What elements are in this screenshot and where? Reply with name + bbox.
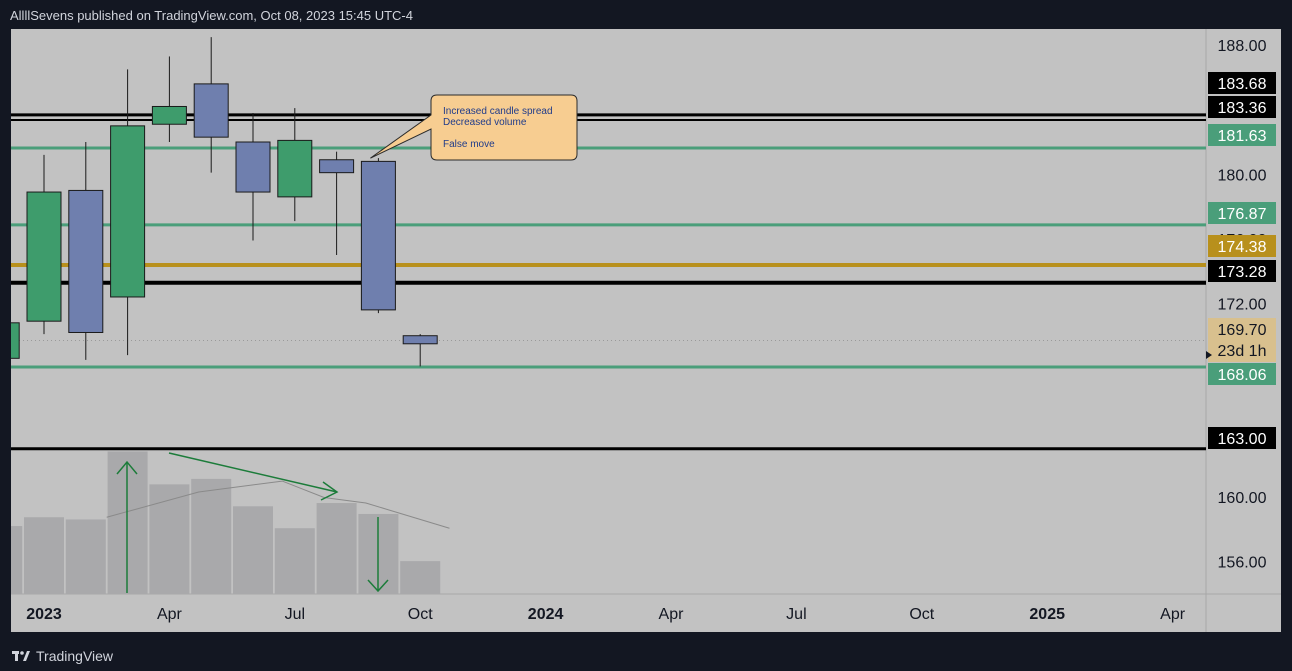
tradingview-footer[interactable]: TradingView (0, 640, 1292, 671)
price-tick-label: 160.00 (1218, 490, 1267, 507)
price-tick-label: 172.00 (1218, 296, 1267, 313)
volume-bar (24, 517, 64, 594)
volume-bar (11, 526, 23, 594)
current-price-label: 169.70 (1218, 322, 1267, 339)
level-label: 173.28 (1218, 264, 1267, 281)
level-label: 163.00 (1218, 431, 1267, 448)
time-tick-label: Oct (408, 606, 433, 623)
volume-bar (233, 506, 273, 594)
volume-bar (65, 519, 106, 594)
time-tick-label: Jul (786, 606, 806, 623)
bull-candle (277, 139, 313, 198)
time-tick-label: 2025 (1029, 606, 1065, 623)
time-tick-label: Apr (157, 606, 183, 623)
bear-candle (402, 335, 438, 345)
volume-bar (400, 561, 441, 594)
price-chart[interactable]: Increased candle spreadDecreased volume F… (0, 0, 1292, 640)
volume-bar (149, 484, 190, 594)
volume-bar (316, 503, 357, 594)
volume-bar (191, 478, 232, 594)
time-tick-label: 2023 (26, 606, 62, 623)
bull-candle (26, 191, 62, 322)
time-axis-area[interactable] (11, 594, 1281, 632)
time-tick-label: Jul (285, 606, 305, 623)
level-label: 181.63 (1218, 128, 1267, 145)
time-tick-label: Apr (1160, 606, 1186, 623)
bear-candle (319, 159, 355, 174)
bull-candle (11, 322, 20, 359)
bear-candle (235, 141, 271, 193)
level-label: 183.36 (1218, 100, 1267, 117)
tradingview-brand-label: TradingView (36, 647, 114, 664)
callout-text-line: Decreased volume (443, 117, 527, 128)
price-tick-label: 188.00 (1218, 38, 1267, 55)
level-label: 176.87 (1218, 206, 1267, 223)
bear-candle (360, 160, 396, 311)
price-tick-label: 180.00 (1218, 167, 1267, 184)
tradingview-logo-icon (12, 649, 30, 663)
bull-candle (110, 125, 146, 298)
bull-candle (151, 105, 187, 125)
time-tick-label: Apr (659, 606, 685, 623)
volume-bar (274, 528, 315, 594)
callout-text-line: Increased candle spread (443, 106, 553, 117)
level-label: 174.38 (1218, 239, 1267, 256)
time-tick-label: Oct (909, 606, 934, 623)
callout-text-line: False move (443, 139, 495, 150)
price-tick-label: 156.00 (1218, 555, 1267, 572)
bear-candle (193, 83, 229, 138)
time-tick-label: 2024 (528, 606, 564, 623)
level-label: 168.06 (1218, 367, 1267, 384)
bear-candle (68, 189, 104, 333)
level-label: 183.68 (1218, 76, 1267, 93)
bar-countdown-label: 23d 1h (1218, 343, 1267, 360)
